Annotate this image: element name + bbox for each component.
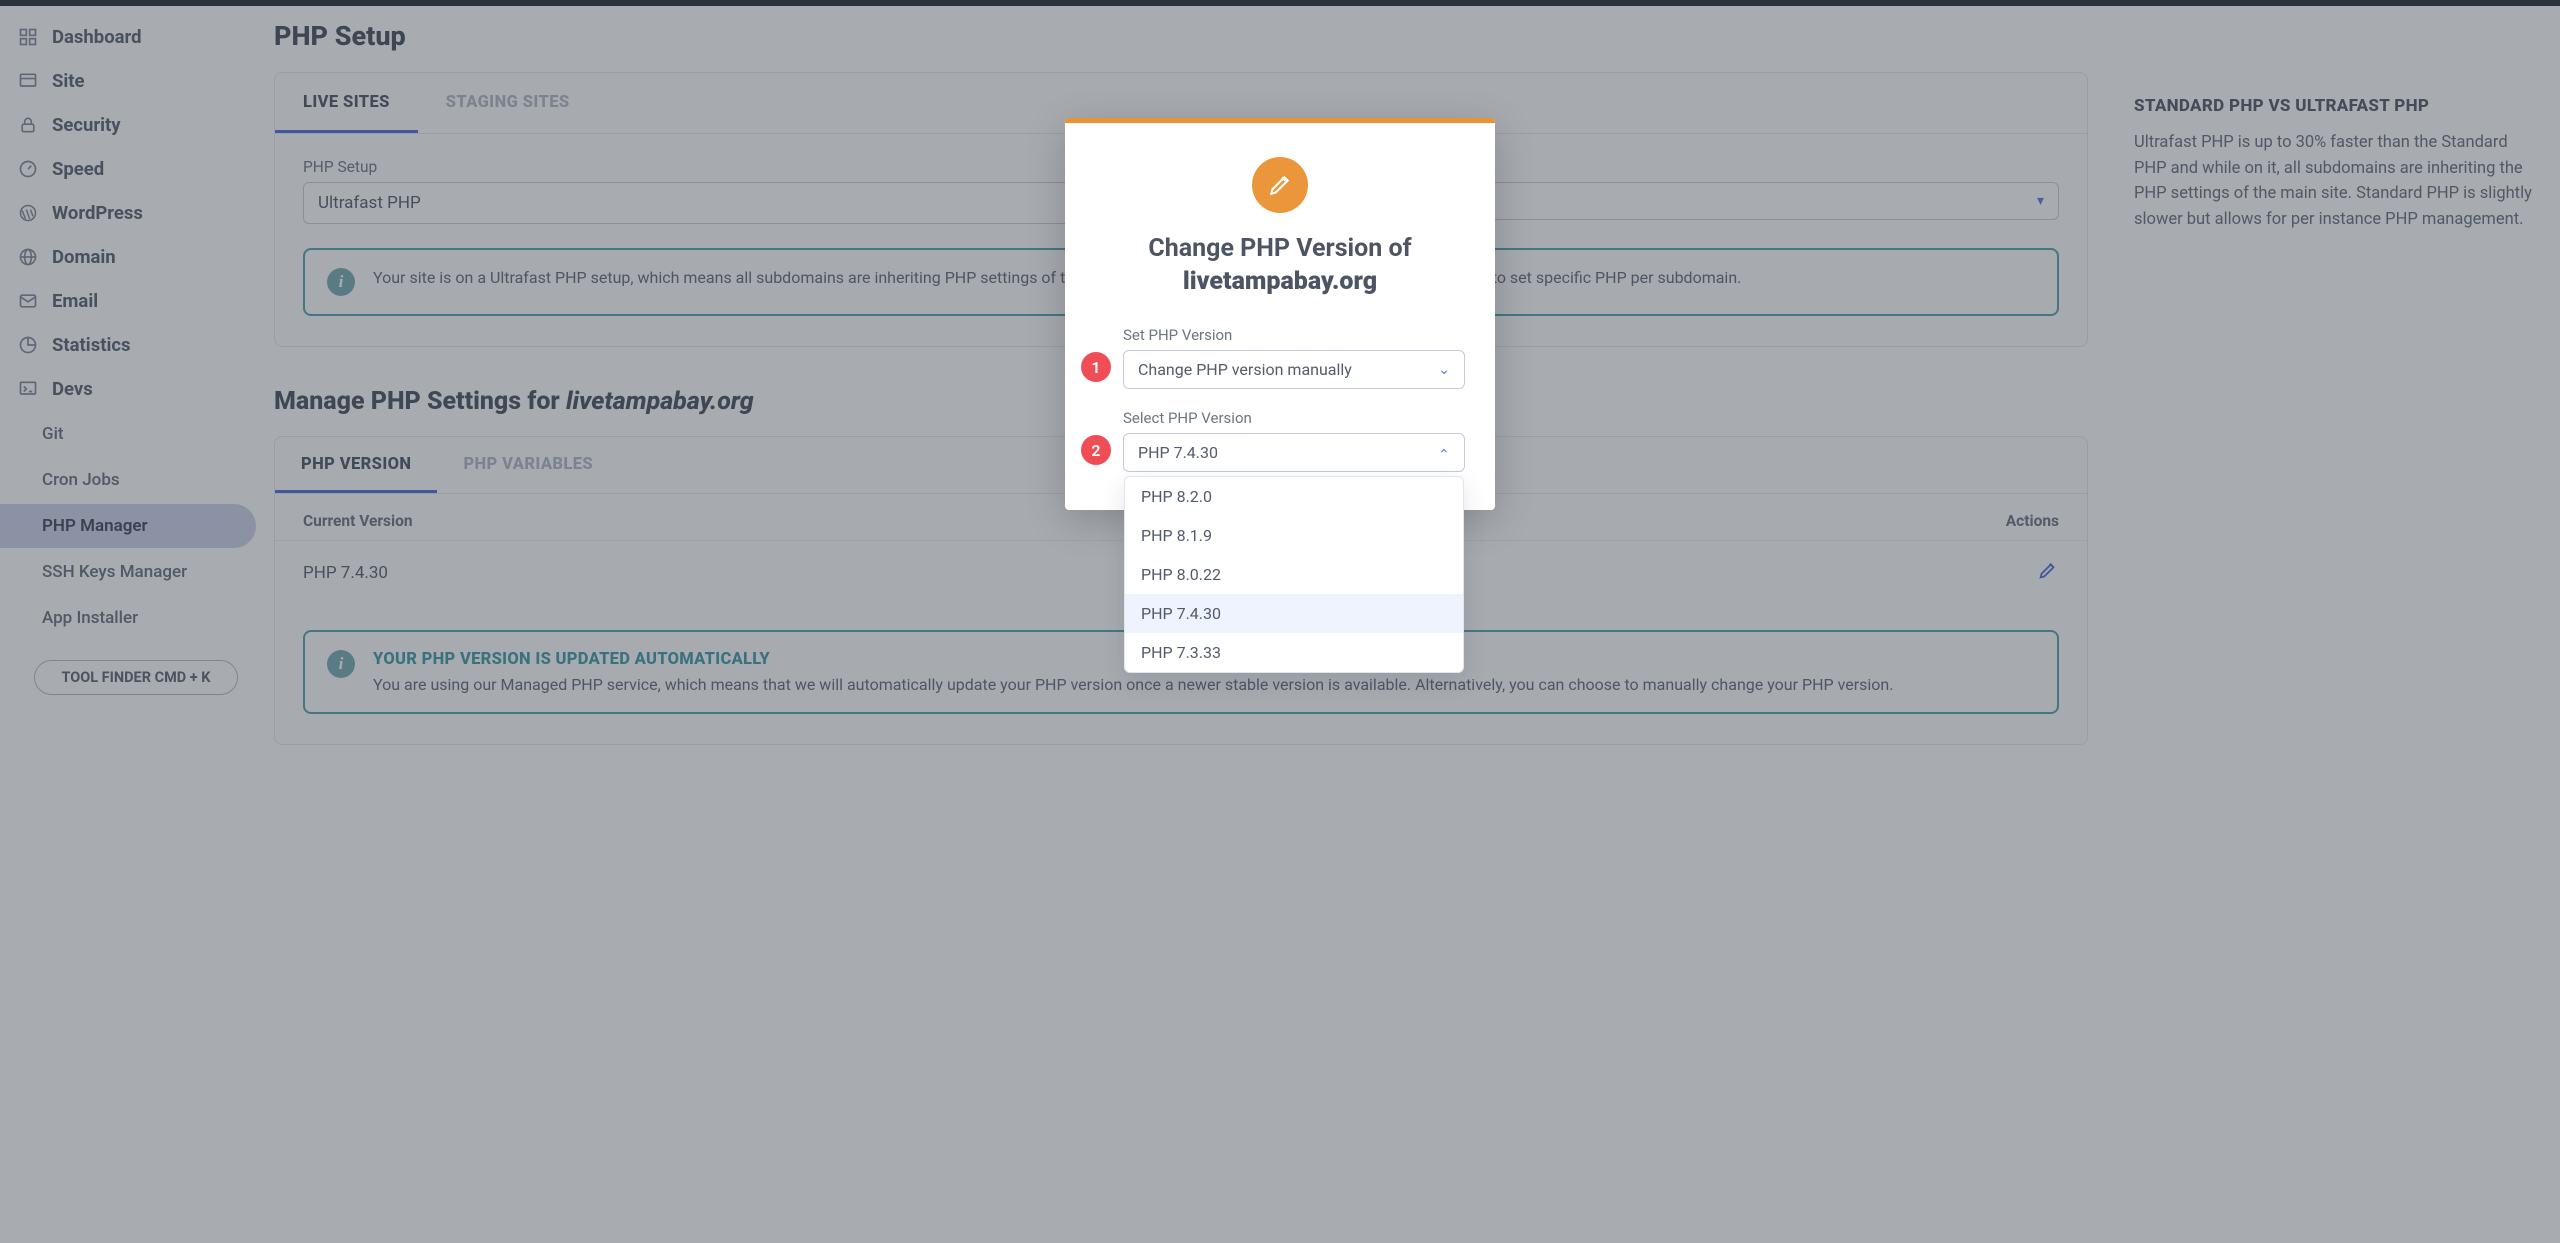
select-php-value: PHP 7.4.30 — [1138, 443, 1218, 462]
change-php-modal: Change PHP Version of livetampabay.org 1… — [1065, 118, 1495, 510]
php-option-selected[interactable]: PHP 7.4.30 — [1125, 594, 1463, 633]
chevron-up-icon: ⌄ — [1438, 445, 1450, 461]
select-php-select[interactable]: PHP 7.4.30 ⌄ PHP 8.2.0 PHP 8.1.9 PHP 8.0… — [1123, 433, 1465, 472]
set-php-select[interactable]: Change PHP version manually ⌄ — [1123, 350, 1465, 389]
php-version-dropdown: PHP 8.2.0 PHP 8.1.9 PHP 8.0.22 PHP 7.4.3… — [1124, 476, 1464, 673]
modal-title-site: livetampabay.org — [1183, 267, 1377, 296]
pencil-badge-icon — [1252, 157, 1308, 213]
php-option[interactable]: PHP 8.1.9 — [1125, 516, 1463, 555]
php-option[interactable]: PHP 7.3.33 — [1125, 633, 1463, 672]
modal-overlay[interactable]: Change PHP Version of livetampabay.org 1… — [0, 0, 2560, 1243]
chevron-down-icon: ⌄ — [1438, 362, 1450, 378]
modal-title-prefix: Change PHP Version of — [1148, 234, 1411, 263]
select-php-label: Select PHP Version — [1123, 409, 1465, 427]
step-badge-2: 2 — [1081, 435, 1111, 465]
step-badge-1: 1 — [1081, 352, 1111, 382]
set-php-label: Set PHP Version — [1123, 326, 1465, 344]
php-option[interactable]: PHP 8.0.22 — [1125, 555, 1463, 594]
modal-title: Change PHP Version of livetampabay.org — [1095, 233, 1465, 298]
field-set-php: 1 Set PHP Version Change PHP version man… — [1123, 326, 1465, 389]
set-php-value: Change PHP version manually — [1138, 360, 1352, 379]
php-option[interactable]: PHP 8.2.0 — [1125, 477, 1463, 516]
field-select-php: 2 Select PHP Version PHP 7.4.30 ⌄ PHP 8.… — [1123, 409, 1465, 472]
